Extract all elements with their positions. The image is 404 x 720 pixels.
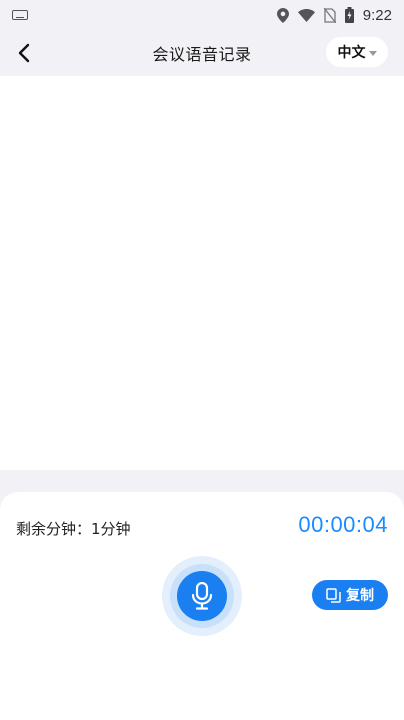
recording-panel: 剩余分钟：1分钟 00:00:04 复制 — [0, 492, 404, 720]
record-button[interactable] — [177, 571, 227, 621]
caret-down-icon — [368, 50, 377, 56]
location-icon — [276, 7, 289, 23]
language-label: 中文 — [337, 45, 366, 61]
mic-ring — [162, 556, 242, 636]
keyboard-icon — [12, 10, 28, 20]
copy-icon — [326, 587, 341, 603]
language-select[interactable]: 中文 — [326, 37, 388, 67]
transcript-area — [0, 76, 404, 470]
recording-timer: 00:00:04 — [298, 512, 388, 537]
chevron-left-icon — [18, 43, 30, 63]
copy-button[interactable]: 复制 — [312, 580, 388, 610]
wifi-icon — [297, 8, 315, 22]
remaining-minutes: 剩余分钟：1分钟 — [16, 520, 131, 538]
status-time: 9:22 — [362, 6, 392, 24]
status-bar: 9:22 — [0, 0, 404, 30]
no-sim-icon — [323, 7, 336, 23]
nav-bar: 会议语音记录 中文 — [0, 30, 404, 76]
back-button[interactable] — [10, 38, 38, 68]
microphone-icon — [191, 582, 213, 610]
battery-icon — [344, 7, 354, 23]
page-title: 会议语音记录 — [152, 45, 252, 64]
mic-ring-inner — [170, 564, 234, 628]
copy-label: 复制 — [346, 588, 374, 604]
